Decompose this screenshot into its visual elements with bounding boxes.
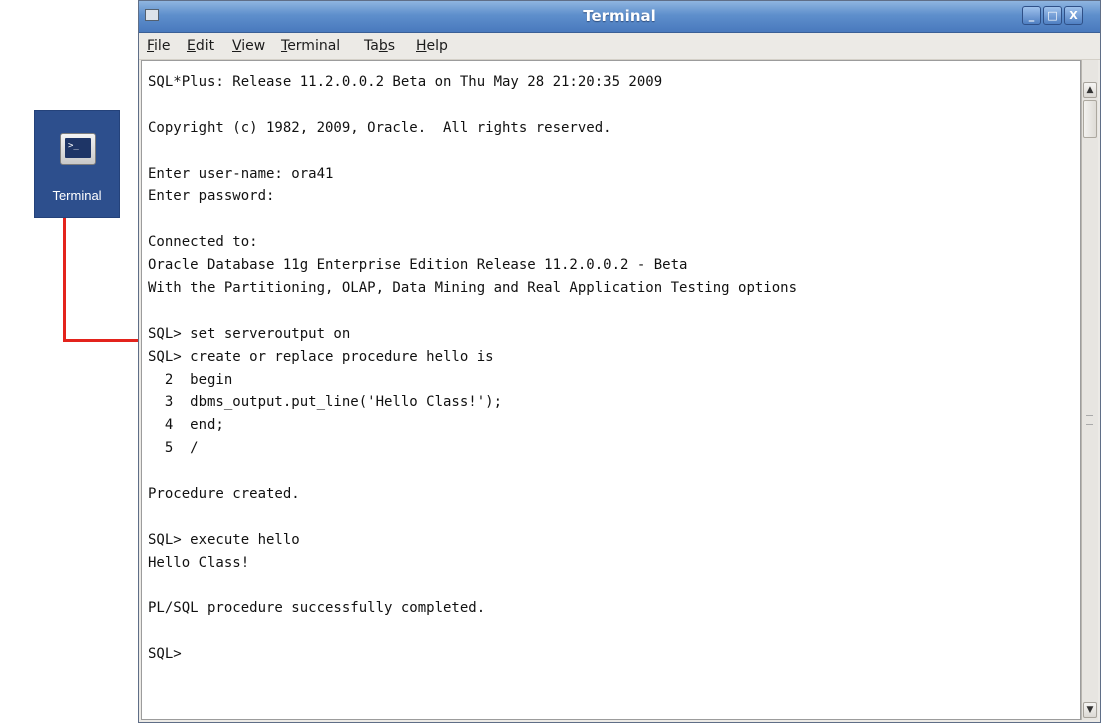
terminal-window: Terminal _ □ X File Edit View Terminal T…: [138, 0, 1101, 723]
terminal-line: Copyright (c) 1982, 2009, Oracle. All ri…: [148, 119, 612, 136]
terminal-line: SQL*Plus: Release 11.2.0.0.2 Beta on Thu…: [148, 74, 663, 90]
terminal-line: SQL> set serveroutput on: [148, 325, 351, 342]
desktop-terminal-caption: Terminal: [52, 188, 102, 203]
annotation-arrow-vertical: [63, 218, 66, 342]
menu-bar: File Edit View Terminal Tabs Help: [139, 33, 1100, 60]
terminal-output[interactable]: SQL*Plus: Release 11.2.0.0.2 Beta on Thu…: [141, 60, 1081, 720]
terminal-text: SQL*Plus: Release 11.2.0.0.2 Beta on Thu…: [148, 71, 1076, 666]
menu-edit[interactable]: Edit: [187, 38, 214, 54]
maximize-button[interactable]: □: [1043, 6, 1062, 25]
terminal-line: PL/SQL procedure successfully completed.: [148, 600, 486, 617]
window-titlebar[interactable]: Terminal _ □ X: [139, 1, 1100, 33]
scroll-thumb[interactable]: [1083, 100, 1097, 138]
terminal-line: Enter user-name: ora41: [148, 165, 334, 182]
close-button[interactable]: X: [1064, 6, 1083, 25]
menu-help[interactable]: Help: [416, 38, 448, 54]
terminal-line: 4 end;: [148, 417, 224, 434]
desktop-terminal-launcher[interactable]: >_ Terminal: [34, 110, 120, 218]
scroll-down-icon[interactable]: ▼: [1083, 702, 1097, 718]
menu-file[interactable]: File: [147, 38, 170, 54]
terminal-icon: >_: [60, 133, 96, 165]
terminal-line: 3 dbms_output.put_line('Hello Class!');: [148, 394, 503, 411]
terminal-line: Connected to:: [148, 234, 258, 251]
menu-view[interactable]: View: [232, 38, 265, 54]
terminal-line: 2 begin: [148, 371, 233, 388]
terminal-line: Procedure created.: [148, 486, 300, 503]
vertical-scrollbar[interactable]: ▲ ▼: [1081, 60, 1098, 720]
scroll-up-icon[interactable]: ▲: [1083, 82, 1097, 98]
terminal-line: With the Partitioning, OLAP, Data Mining…: [148, 280, 798, 297]
menu-terminal[interactable]: Terminal: [281, 38, 340, 54]
scroll-grip: [1086, 415, 1093, 425]
terminal-line: Oracle Database 11g Enterprise Edition R…: [148, 257, 688, 274]
terminal-line: SQL> create or replace procedure hello i…: [148, 348, 494, 365]
terminal-line: Hello Class!: [148, 554, 250, 571]
annotation-arrow-horizontal: [63, 339, 141, 342]
minimize-button[interactable]: _: [1022, 6, 1041, 25]
window-title: Terminal: [583, 7, 656, 25]
menu-tabs[interactable]: Tabs: [364, 38, 395, 54]
terminal-line: SQL>: [148, 646, 182, 663]
terminal-line: 5 /: [148, 440, 199, 457]
terminal-line: Enter password:: [148, 188, 275, 205]
terminal-line: SQL> execute hello: [148, 531, 300, 548]
